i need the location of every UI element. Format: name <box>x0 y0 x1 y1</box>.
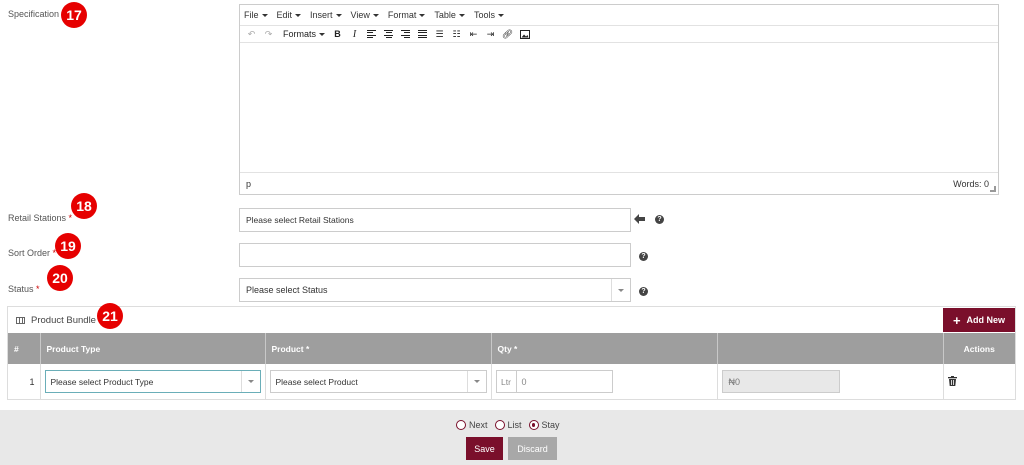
arrow-left-icon[interactable] <box>634 214 645 224</box>
col-index: # <box>8 333 41 364</box>
add-new-button[interactable]: + Add New <box>943 308 1015 332</box>
save-button[interactable]: Save <box>466 437 503 460</box>
col-qty: Qty * <box>491 333 718 364</box>
editor-content-area[interactable] <box>240 43 998 175</box>
qty-unit-addon: Ltr <box>495 370 516 393</box>
menu-tools[interactable]: Tools <box>474 10 504 20</box>
help-icon[interactable]: ? <box>639 287 648 296</box>
retail-stations-select[interactable]: Please select Retail Stations <box>239 208 631 232</box>
image-icon[interactable] <box>518 28 531 41</box>
radio-stay[interactable]: Stay <box>528 420 560 430</box>
align-left-icon[interactable] <box>365 28 378 41</box>
align-center-icon[interactable] <box>382 28 395 41</box>
link-icon[interactable]: 🔗︎ <box>501 28 514 41</box>
table-row: 1 Please select Product Type Please sele… <box>8 364 1015 399</box>
col-product-type: Product Type <box>40 333 266 364</box>
indent-icon[interactable]: ⇥ <box>484 28 497 41</box>
badge-18: 18 <box>71 193 97 219</box>
product-type-select[interactable]: Please select Product Type <box>44 370 261 393</box>
redo-icon[interactable]: ↷ <box>262 28 275 41</box>
discard-button[interactable]: Discard <box>508 437 557 460</box>
editor-toolbar: ↶ ↷ Formats B I ☰ ☷ ⇤ ⇥ 🔗︎ <box>240 25 998 43</box>
radio-next[interactable]: Next <box>456 420 488 430</box>
qty-group: Ltr 0 <box>495 370 713 393</box>
menu-view[interactable]: View <box>351 10 379 20</box>
radio-list[interactable]: List <box>494 420 522 430</box>
align-right-icon[interactable] <box>399 28 412 41</box>
help-icon[interactable]: ? <box>639 252 648 261</box>
plus-icon: + <box>952 312 961 328</box>
trash-icon[interactable] <box>947 375 957 386</box>
menu-table[interactable]: Table <box>434 10 465 20</box>
badge-21: 21 <box>97 303 123 329</box>
amount-field: ₦0 <box>721 370 840 393</box>
chevron-down-icon[interactable] <box>240 371 260 392</box>
formats-dropdown[interactable]: Formats <box>283 28 326 41</box>
col-product: Product * <box>265 333 492 364</box>
bold-icon[interactable]: B <box>331 28 344 41</box>
col-amount <box>717 333 944 364</box>
status-label: Status * <box>8 284 40 294</box>
editor-statusbar: p Words: 0 <box>240 172 998 194</box>
badge-17: 17 <box>61 2 87 28</box>
undo-icon[interactable]: ↶ <box>245 28 258 41</box>
resize-handle-icon[interactable] <box>990 186 996 192</box>
editor-menubar: File Edit Insert View Format Table Tools <box>240 5 998 25</box>
retail-stations-label: Retail Stations * <box>8 213 73 223</box>
after-save-options: Next List Stay <box>456 420 567 430</box>
bullet-list-icon[interactable]: ☰ <box>433 28 446 41</box>
chevron-down-icon[interactable] <box>611 279 630 301</box>
form-panel: Specification 17 File Edit Insert View F… <box>0 0 1024 410</box>
sort-order-label: Sort Order * <box>8 248 57 258</box>
menu-file[interactable]: File <box>244 10 268 20</box>
align-justify-icon[interactable] <box>416 28 429 41</box>
menu-insert[interactable]: Insert <box>310 10 342 20</box>
numbered-list-icon[interactable]: ☷ <box>450 28 463 41</box>
qty-input[interactable]: 0 <box>515 370 613 393</box>
menu-edit[interactable]: Edit <box>277 10 302 20</box>
sort-order-input[interactable] <box>239 243 631 267</box>
specification-label: Specification <box>8 9 60 19</box>
menu-format[interactable]: Format <box>388 10 426 20</box>
badge-20: 20 <box>47 265 73 291</box>
product-bundle-table: # Product Type Product * Qty * Actions 1… <box>8 333 1015 399</box>
chevron-down-icon[interactable] <box>466 371 486 392</box>
col-actions: Actions <box>943 333 1015 364</box>
help-icon[interactable]: ? <box>655 215 664 224</box>
editor-path: p <box>246 178 252 189</box>
word-count: Words: 0 <box>953 178 989 189</box>
product-bundle-header: Product Bundle <box>8 307 1015 333</box>
product-bundle-section: Product Bundle + Add New # Product Type … <box>7 306 1016 400</box>
rich-text-editor[interactable]: File Edit Insert View Format Table Tools… <box>239 4 999 195</box>
badge-19: 19 <box>55 233 81 259</box>
status-select[interactable]: Please select Status <box>239 278 631 302</box>
product-select[interactable]: Please select Product <box>269 370 487 393</box>
outdent-icon[interactable]: ⇤ <box>467 28 480 41</box>
row-index: 1 <box>8 364 41 399</box>
italic-icon[interactable]: I <box>348 28 361 41</box>
product-bundle-title: Product Bundle <box>31 314 96 326</box>
grid-icon <box>16 316 25 324</box>
